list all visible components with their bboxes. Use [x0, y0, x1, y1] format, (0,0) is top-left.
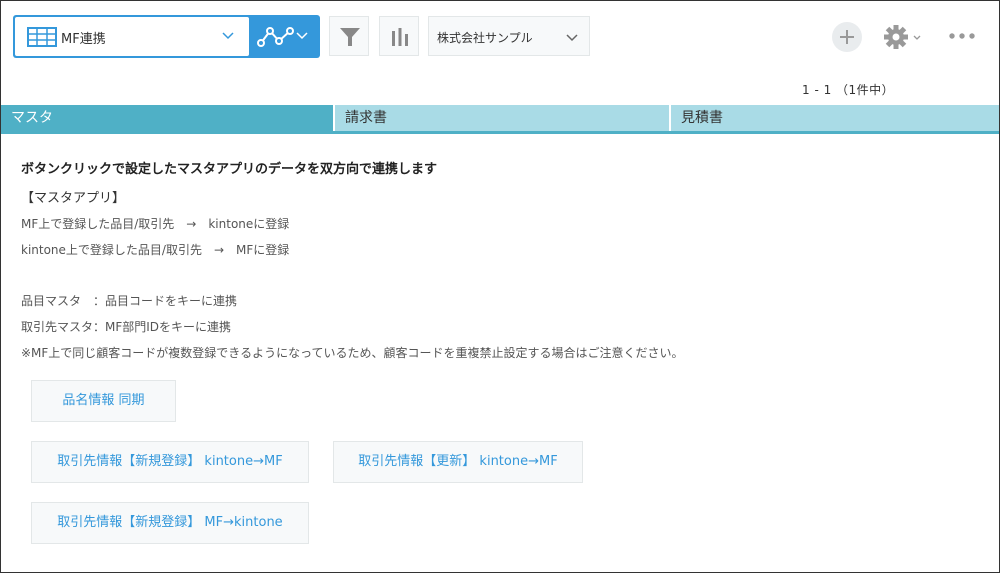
chevron-down-icon [566, 34, 578, 42]
tab-underline [1, 131, 999, 134]
tab-estimate[interactable]: 見積書 [669, 105, 999, 131]
add-record-button[interactable] [832, 22, 862, 52]
filter-icon [340, 28, 360, 46]
client-new-to-kintone-button[interactable]: 取引先情報【新規登録】 MF→kintone [31, 502, 309, 544]
sync-items-button[interactable]: 品名情報 同期 [31, 380, 176, 422]
graph-icon[interactable] [257, 25, 297, 49]
description-line: kintone上で登録した品目/取引先 → MFに登録 [21, 243, 290, 257]
chart-button[interactable] [379, 16, 419, 56]
view-dropdown[interactable]: MF連携 [15, 17, 249, 56]
chevron-down-icon [222, 32, 234, 40]
tab-invoice[interactable]: 請求書 [333, 105, 669, 131]
description-heading: ボタンクリックで設定したマスタアプリのデータを双方向で連携します [21, 162, 438, 177]
view-name: MF連携 [61, 32, 106, 47]
gear-icon[interactable] [882, 22, 924, 52]
tab-bar: マスタ 請求書 見積書 [1, 105, 999, 131]
client-update-to-mf-button[interactable]: 取引先情報【更新】 kintone→MF [333, 441, 583, 483]
master-app-label: 【マスタアプリ】 [21, 191, 126, 206]
description-line: MF上で登録した品目/取引先 → kintoneに登録 [21, 217, 290, 231]
view-selector[interactable]: MF連携 [13, 15, 320, 58]
description-line: 取引先マスタ：MF部門IDをキーに連携 [21, 320, 232, 334]
more-options-icon[interactable] [948, 28, 976, 44]
plus-icon [840, 30, 854, 44]
company-select-value: 株式会社サンプル [437, 31, 533, 45]
filter-button[interactable] [329, 16, 369, 56]
caution-note: ※MF上で同じ顧客コードが複数登録できるようになっているため、顧客コードを重複禁… [21, 346, 684, 360]
bar-chart-icon [392, 28, 408, 46]
company-select[interactable]: 株式会社サンプル [428, 16, 590, 56]
graph-chevron-down-icon[interactable] [295, 28, 309, 42]
tab-master[interactable]: マスタ [1, 105, 333, 131]
table-view-icon [27, 27, 57, 47]
description-line: 品目マスタ ：品目コードをキーに連携 [21, 294, 238, 308]
client-new-to-mf-button[interactable]: 取引先情報【新規登録】 kintone→MF [31, 441, 309, 483]
pagination-count: 1 - 1 （1件中） [802, 83, 895, 97]
